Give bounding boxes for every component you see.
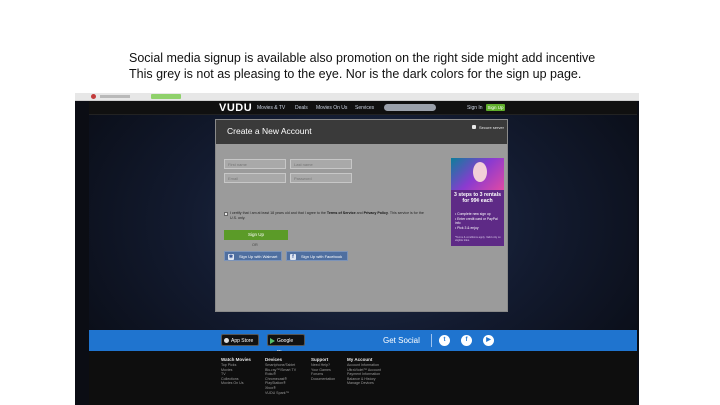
facebook-icon: f: [290, 254, 296, 260]
promo-character-image: [473, 162, 487, 182]
terms-text: I certify that I am at least 18 years ol…: [230, 211, 426, 221]
social-band: App Store Google Play Get Social t f ▶: [89, 330, 637, 356]
promo-image: [451, 158, 504, 190]
promo-step: • Enter credit card or PayPal info: [455, 216, 498, 226]
footer-heading: Support: [311, 357, 329, 362]
caption-line-1: Social media signup is available also pr…: [129, 51, 596, 65]
band-divider: [431, 334, 432, 347]
top-nav: VUDU Movies & TV Deals Movies On Us Serv…: [89, 101, 637, 115]
get-social-label: Get Social: [383, 336, 420, 345]
footer-heading: Devices: [265, 357, 283, 362]
footer-col-watch-movies: Watch Movies Top Picks Movies TV Collect…: [221, 357, 251, 386]
browser-bar: [75, 93, 639, 101]
footer-heading: Watch Movies: [221, 357, 251, 362]
search-input[interactable]: [384, 104, 436, 111]
nav-services[interactable]: Services: [355, 105, 374, 111]
nav-sign-up-button[interactable]: Sign Up: [486, 104, 505, 111]
walmart-icon: ✱: [228, 254, 234, 260]
footer-link[interactable]: Account Information: [347, 363, 381, 368]
caption: Social media signup is available also pr…: [129, 50, 689, 82]
facebook-signup-label: Sign Up with Facebook: [301, 254, 343, 259]
password-field[interactable]: [290, 173, 352, 183]
apple-icon: [224, 338, 229, 343]
terms-of-service-link[interactable]: Terms of Service: [327, 211, 356, 215]
promo-steps: • Complete new sign up • Enter credit ca…: [455, 212, 503, 230]
walmart-signup-label: Sign Up with Walmart: [239, 254, 278, 259]
last-name-field[interactable]: [290, 159, 352, 169]
twitter-icon[interactable]: t: [439, 335, 450, 346]
email-field[interactable]: [224, 173, 286, 183]
footer-link[interactable]: Smartphone/Tablet: [265, 363, 296, 368]
card-header: Create a New Account Secure server: [216, 120, 507, 144]
nav-movies-on-us[interactable]: Movies On Us: [316, 105, 347, 111]
promo-step: • Pick 3 & enjoy: [455, 225, 479, 230]
footer-link[interactable]: VUDU Spark™: [265, 391, 296, 396]
app-store-badge[interactable]: App Store: [221, 334, 259, 346]
footer-col-my-account: My Account Account Information UltraViol…: [347, 357, 381, 386]
browser-favicon-icon: [91, 94, 96, 99]
footer-link[interactable]: Movies On Us: [221, 381, 251, 386]
footer-link[interactable]: Documentation: [311, 377, 335, 382]
first-name-field[interactable]: [224, 159, 286, 169]
facebook-signup-button[interactable]: f Sign Up with Facebook: [286, 251, 348, 261]
vudu-page: VUDU Movies & TV Deals Movies On Us Serv…: [89, 101, 637, 405]
signup-card: Create a New Account Secure server I cer…: [215, 119, 508, 312]
sign-in-link[interactable]: Sign In: [467, 105, 483, 111]
page-title: Create a New Account: [227, 126, 312, 136]
walmart-signup-button[interactable]: ✱ Sign Up with Walmart: [224, 251, 282, 261]
terms-checkbox[interactable]: [224, 212, 228, 216]
footer-heading: My Account: [347, 357, 373, 362]
google-play-icon: [270, 338, 275, 344]
footer-link[interactable]: Manage Devices: [347, 381, 381, 386]
terms-text-pre: I certify that I am at least 18 years ol…: [230, 211, 327, 215]
nav-deals[interactable]: Deals: [295, 105, 308, 111]
terms-text-mid: and: [355, 211, 364, 215]
app-store-label: App Store: [231, 338, 254, 344]
nav-movies-tv[interactable]: Movies & TV: [257, 105, 285, 111]
google-play-badge[interactable]: Google Play: [267, 334, 305, 356]
lock-icon: [472, 125, 476, 129]
privacy-policy-link[interactable]: Privacy Policy: [364, 211, 388, 215]
screenshot: VUDU Movies & TV Deals Movies On Us Serv…: [75, 93, 639, 405]
browser-tab-active[interactable]: [151, 94, 181, 99]
sign-up-button[interactable]: Sign Up: [224, 230, 288, 240]
promo-fine-print: *Terms & conditions apply. Valid only on…: [455, 236, 501, 243]
secure-server-label: Secure server: [479, 125, 504, 130]
or-divider: OR: [252, 243, 258, 247]
footer: Watch Movies Top Picks Movies TV Collect…: [89, 351, 637, 405]
vudu-logo[interactable]: VUDU: [219, 102, 252, 114]
footer-col-devices: Devices Smartphone/Tablet Blu-ray™/Smart…: [265, 357, 296, 395]
facebook-icon[interactable]: f: [461, 335, 472, 346]
promo-headline: 3 steps to 3 rentals for 99¢ each: [454, 192, 501, 204]
browser-tab[interactable]: [100, 95, 130, 98]
caption-line-2: This grey is not as pleasing to the eye.…: [129, 67, 582, 81]
youtube-icon[interactable]: ▶: [483, 335, 494, 346]
footer-col-support: Support Need Help? Your Games Forums Doc…: [311, 357, 335, 381]
promo-banner[interactable]: 3 steps to 3 rentals for 99¢ each • Comp…: [451, 158, 504, 246]
